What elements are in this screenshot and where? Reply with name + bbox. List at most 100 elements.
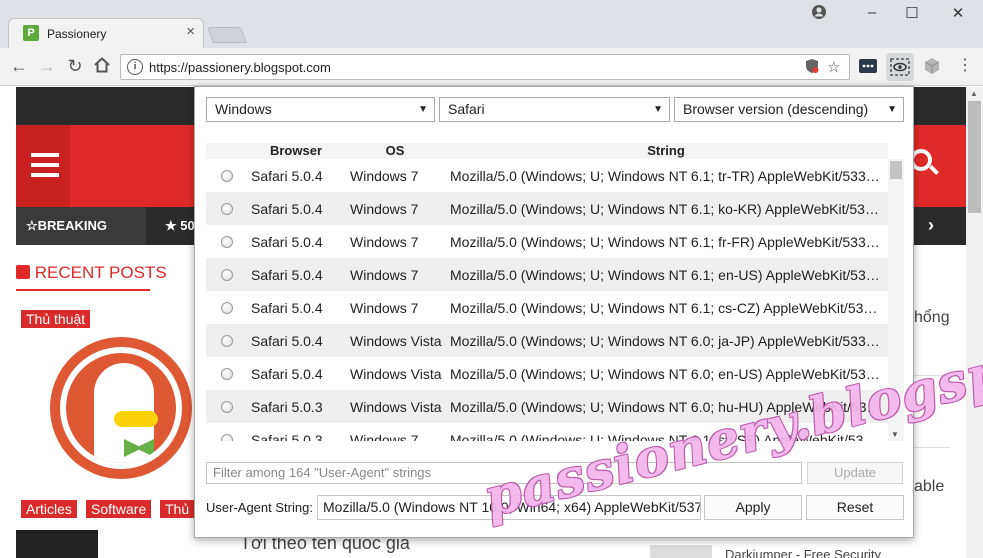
divider — [914, 447, 950, 448]
cell-os: Windows 7 — [350, 432, 419, 441]
cell-browser: Safari 5.0.3 — [251, 432, 323, 441]
maximize-icon[interactable]: ☐ — [902, 4, 922, 22]
post-title-fragment[interactable]: able — [914, 478, 944, 496]
row-radio-button[interactable] — [221, 368, 233, 380]
post-thumbnail[interactable] — [650, 545, 712, 558]
site-favicon-icon: P — [23, 25, 39, 41]
cell-string: Mozilla/5.0 (Windows; U; Windows NT 6.1;… — [450, 168, 882, 184]
user-agent-label: User-Agent String: — [206, 500, 313, 515]
column-header-string[interactable]: String — [450, 143, 882, 158]
row-radio-button[interactable] — [221, 335, 233, 347]
table-row[interactable]: Safari 5.0.4 Windows 7 Mozilla/5.0 (Window… — [206, 258, 888, 291]
row-radio-button[interactable] — [221, 401, 233, 413]
cell-browser: Safari 5.0.4 — [251, 234, 323, 250]
scroll-up-icon[interactable]: ▲ — [970, 89, 978, 98]
cell-browser: Safari 5.0.4 — [251, 168, 323, 184]
site-info-icon[interactable]: i — [127, 59, 143, 75]
row-radio-button[interactable] — [221, 302, 233, 314]
post-title-fragment[interactable]: hổng — [914, 309, 950, 327]
hamburger-menu-icon[interactable] — [16, 125, 70, 207]
table-row[interactable]: Safari 5.0.4 Windows 7 Mozilla/5.0 (Window… — [206, 225, 888, 258]
cell-browser: Safari 5.0.4 — [251, 267, 323, 283]
cell-os: Windows Vista — [350, 333, 442, 349]
row-radio-button[interactable] — [221, 170, 233, 182]
table-row[interactable]: Safari 5.0.4 Windows Vista Mozilla/5.0 (Wi… — [206, 324, 888, 357]
post-title-fragment[interactable]: Darkiumper - Free Security — [725, 547, 881, 558]
update-button[interactable]: Update — [807, 462, 903, 484]
cell-browser: Safari 5.0.4 — [251, 201, 323, 217]
tag-articles[interactable]: Articles — [21, 500, 77, 518]
column-header-os[interactable]: OS — [350, 143, 440, 158]
cell-string: Mozilla/5.0 (Windows; U; Windows NT 6.1;… — [450, 267, 882, 283]
tab-close-icon[interactable]: × — [186, 23, 195, 40]
cell-string: Mozilla/5.0 (Windows; U; Windows NT 6.0;… — [450, 333, 882, 349]
cell-browser: Safari 5.0.3 — [251, 399, 323, 415]
cell-string: Mozilla/5.0 (Windows; U; Windows NT 6.1;… — [450, 201, 882, 217]
menu-kebab-icon[interactable]: ⋮ — [954, 56, 976, 76]
scroll-down-icon[interactable]: ▼ — [891, 430, 899, 439]
cell-os: Windows 7 — [350, 267, 419, 283]
close-window-icon[interactable]: ✕ — [948, 4, 968, 22]
forward-icon[interactable]: → — [36, 56, 58, 76]
cell-os: Windows 7 — [350, 300, 419, 316]
cell-browser: Safari 5.0.4 — [251, 333, 323, 349]
table-row[interactable]: Safari 5.0.4 Windows 7 Mozilla/5.0 (Window… — [206, 291, 888, 324]
cell-os: Windows 7 — [350, 234, 419, 250]
reset-button[interactable]: Reset — [806, 495, 904, 520]
shield-blocked-icon[interactable] — [805, 58, 819, 78]
browser-tab[interactable]: P Passionery × — [8, 18, 204, 48]
cell-string: Mozilla/5.0 (Windows; U; Windows NT 6.1;… — [450, 234, 882, 250]
new-tab-button[interactable] — [207, 27, 247, 43]
duckduckgo-logo — [50, 337, 192, 479]
cell-string: Mozilla/5.0 (Windows; U; Windows NT 6.0;… — [450, 366, 882, 382]
dropdown-arrow-icon: ▼ — [887, 104, 897, 115]
sort-select[interactable]: Browser version (descending) ▼ — [674, 97, 904, 122]
tag-software[interactable]: Software — [86, 500, 152, 518]
url-text[interactable]: https://passionery.blogspot.com — [149, 60, 331, 75]
reload-icon[interactable]: ↻ — [64, 56, 86, 76]
news-ticker-item[interactable]: ★ 50 — [165, 218, 195, 234]
bookmark-star-icon[interactable]: ☆ — [827, 58, 840, 76]
user-agent-switcher-icon[interactable] — [886, 53, 914, 81]
extension-dots-icon[interactable] — [858, 56, 880, 78]
table-row[interactable]: Safari 5.0.4 Windows Vista Mozilla/5.0 (Wi… — [206, 357, 888, 390]
row-radio-button[interactable] — [221, 269, 233, 281]
table-row[interactable]: Safari 5.0.4 Windows 7 Mozilla/5.0 (Window… — [206, 159, 888, 192]
post-thumbnail[interactable] — [16, 530, 98, 558]
cell-os: Windows Vista — [350, 399, 442, 415]
browser-titlebar: P Passionery × – ☐ ✕ — [0, 0, 983, 48]
page-scrollbar-thumb[interactable] — [968, 101, 981, 213]
heading-underline — [16, 289, 150, 291]
row-radio-button[interactable] — [221, 236, 233, 248]
os-select[interactable]: Windows ▼ — [206, 97, 435, 122]
cell-os: Windows Vista — [350, 366, 442, 382]
table-row[interactable]: Safari 5.0.4 Windows 7 Mozilla/5.0 (Window… — [206, 192, 888, 225]
tag-thu[interactable]: Thủ — [160, 500, 195, 518]
cell-os: Windows 7 — [350, 201, 419, 217]
extension-cube-icon[interactable] — [922, 56, 944, 78]
profile-icon[interactable] — [809, 4, 829, 24]
address-bar[interactable]: i https://passionery.blogspot.com ☆ — [120, 54, 850, 80]
column-header-browser[interactable]: Browser — [251, 143, 341, 158]
dropdown-arrow-icon: ▼ — [653, 104, 663, 115]
sort-select-value: Browser version (descending) — [683, 101, 869, 117]
ticker-next-icon[interactable]: › — [928, 215, 934, 236]
cell-os: Windows 7 — [350, 168, 419, 184]
os-select-value: Windows — [215, 101, 272, 117]
page-scrollbar[interactable]: ▲ — [966, 87, 983, 558]
back-icon[interactable]: ← — [8, 56, 30, 76]
cell-browser: Safari 5.0.4 — [251, 300, 323, 316]
apply-button[interactable]: Apply — [704, 495, 802, 520]
row-radio-button[interactable] — [221, 203, 233, 215]
home-icon[interactable] — [91, 56, 113, 78]
breaking-news-label: ☆BREAKING NEWS — [16, 207, 146, 271]
browser-select[interactable]: Safari ▼ — [439, 97, 670, 122]
minimize-icon[interactable]: – — [862, 4, 882, 21]
tab-title: Passionery — [47, 27, 107, 41]
row-radio-button[interactable] — [221, 434, 233, 441]
recent-posts-title: RECENT POSTS — [34, 263, 167, 282]
category-tag[interactable]: Thủ thuật — [21, 310, 91, 328]
table-scrollbar-thumb[interactable] — [890, 161, 902, 179]
cell-browser: Safari 5.0.4 — [251, 366, 323, 382]
table-header: Browser OS String — [206, 143, 888, 159]
